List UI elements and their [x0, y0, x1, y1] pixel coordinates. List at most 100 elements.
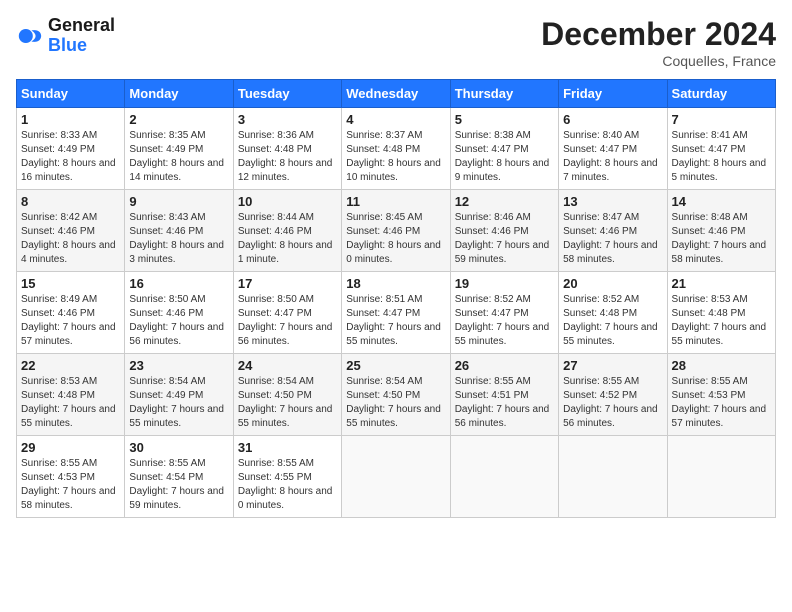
day-number: 24 — [238, 358, 337, 373]
day-info: Sunrise: 8:48 AMSunset: 4:46 PMDaylight:… — [672, 211, 771, 267]
day-info: Sunrise: 8:37 AMSunset: 4:48 PMDaylight:… — [346, 129, 445, 185]
day-info: Sunrise: 8:53 AMSunset: 4:48 PMDaylight:… — [21, 375, 120, 431]
calendar-week-3: 22 Sunrise: 8:53 AMSunset: 4:48 PMDayligh… — [17, 354, 776, 436]
day-info: Sunrise: 8:43 AMSunset: 4:46 PMDaylight:… — [129, 211, 228, 267]
header-day-tuesday: Tuesday — [233, 80, 341, 108]
day-number: 12 — [455, 194, 554, 209]
calendar-table: SundayMondayTuesdayWednesdayThursdayFrid… — [16, 79, 776, 518]
calendar-cell: 1 Sunrise: 8:33 AMSunset: 4:49 PMDaylight… — [17, 108, 125, 190]
calendar-cell: 24Sunrise: 8:54 AMSunset: 4:50 PMDayligh… — [233, 354, 341, 436]
day-info: Sunrise: 8:53 AMSunset: 4:48 PMDaylight:… — [672, 293, 771, 349]
day-number: 18 — [346, 276, 445, 291]
day-info: Sunrise: 8:55 AMSunset: 4:55 PMDaylight:… — [238, 457, 337, 513]
day-info: Sunrise: 8:54 AMSunset: 4:49 PMDaylight:… — [129, 375, 228, 431]
calendar-cell: 3Sunrise: 8:36 AMSunset: 4:48 PMDaylight… — [233, 108, 341, 190]
calendar-cell: 10 Sunrise: 8:44 AMSunset: 4:46 PMDayligh… — [233, 190, 341, 272]
day-number: 31 — [238, 440, 337, 455]
day-number: 25 — [346, 358, 445, 373]
calendar-cell: 13 Sunrise: 8:47 AMSunset: 4:46 PMDayligh… — [559, 190, 667, 272]
calendar-cell: 15 Sunrise: 8:49 AMSunset: 4:46 PMDayligh… — [17, 272, 125, 354]
day-number: 29 — [21, 440, 120, 455]
header-day-wednesday: Wednesday — [342, 80, 450, 108]
day-info: Sunrise: 8:51 AMSunset: 4:47 PMDaylight:… — [346, 293, 445, 349]
day-number: 8 — [21, 194, 120, 209]
day-number: 27 — [563, 358, 662, 373]
calendar-cell: 8 Sunrise: 8:42 AMSunset: 4:46 PMDaylight… — [17, 190, 125, 272]
calendar-cell: 18 Sunrise: 8:51 AMSunset: 4:47 PMDayligh… — [342, 272, 450, 354]
day-number: 5 — [455, 112, 554, 127]
day-info: Sunrise: 8:50 AMSunset: 4:47 PMDaylight:… — [238, 293, 337, 349]
day-info: Sunrise: 8:46 AMSunset: 4:46 PMDaylight:… — [455, 211, 554, 267]
calendar-cell: 28 Sunrise: 8:55 AMSunset: 4:53 PMDayligh… — [667, 354, 775, 436]
day-number: 23 — [129, 358, 228, 373]
calendar-week-1: 8 Sunrise: 8:42 AMSunset: 4:46 PMDaylight… — [17, 190, 776, 272]
day-info: Sunrise: 8:52 AMSunset: 4:48 PMDaylight:… — [563, 293, 662, 349]
calendar-cell: 6 Sunrise: 8:40 AMSunset: 4:47 PMDaylight… — [559, 108, 667, 190]
day-number: 20 — [563, 276, 662, 291]
calendar-cell: 14 Sunrise: 8:48 AMSunset: 4:46 PMDayligh… — [667, 190, 775, 272]
day-number: 14 — [672, 194, 771, 209]
header-row: SundayMondayTuesdayWednesdayThursdayFrid… — [17, 80, 776, 108]
day-info: Sunrise: 8:47 AMSunset: 4:46 PMDaylight:… — [563, 211, 662, 267]
day-info: Sunrise: 8:49 AMSunset: 4:46 PMDaylight:… — [21, 293, 120, 349]
page-header: General Blue December 2024 Coquelles, Fr… — [16, 16, 776, 69]
day-number: 30 — [129, 440, 228, 455]
logo-line1: General — [48, 16, 115, 36]
day-info: Sunrise: 8:44 AMSunset: 4:46 PMDaylight:… — [238, 211, 337, 267]
header-day-saturday: Saturday — [667, 80, 775, 108]
calendar-cell: 9 Sunrise: 8:43 AMSunset: 4:46 PMDaylight… — [125, 190, 233, 272]
day-info: Sunrise: 8:50 AMSunset: 4:46 PMDaylight:… — [129, 293, 228, 349]
calendar-cell — [559, 436, 667, 518]
day-number: 28 — [672, 358, 771, 373]
calendar-cell: 2 Sunrise: 8:35 AMSunset: 4:49 PMDaylight… — [125, 108, 233, 190]
calendar-cell: 4Sunrise: 8:37 AMSunset: 4:48 PMDaylight… — [342, 108, 450, 190]
calendar-cell — [667, 436, 775, 518]
day-info: Sunrise: 8:54 AMSunset: 4:50 PMDaylight:… — [346, 375, 445, 431]
day-number: 1 — [21, 112, 120, 127]
day-number: 19 — [455, 276, 554, 291]
day-info: Sunrise: 8:40 AMSunset: 4:47 PMDaylight:… — [563, 129, 662, 185]
calendar-cell: 22 Sunrise: 8:53 AMSunset: 4:48 PMDayligh… — [17, 354, 125, 436]
day-info: Sunrise: 8:55 AMSunset: 4:53 PMDaylight:… — [21, 457, 120, 513]
day-info: Sunrise: 8:33 AMSunset: 4:49 PMDaylight:… — [21, 129, 120, 185]
day-number: 22 — [21, 358, 120, 373]
calendar-cell: 12 Sunrise: 8:46 AMSunset: 4:46 PMDayligh… — [450, 190, 558, 272]
day-info: Sunrise: 8:55 AMSunset: 4:54 PMDaylight:… — [129, 457, 228, 513]
calendar-cell — [342, 436, 450, 518]
day-number: 13 — [563, 194, 662, 209]
logo-icon — [16, 22, 44, 50]
day-info: Sunrise: 8:52 AMSunset: 4:47 PMDaylight:… — [455, 293, 554, 349]
day-number: 9 — [129, 194, 228, 209]
day-number: 6 — [563, 112, 662, 127]
logo-line2: Blue — [48, 36, 115, 56]
header-day-friday: Friday — [559, 80, 667, 108]
calendar-week-2: 15 Sunrise: 8:49 AMSunset: 4:46 PMDayligh… — [17, 272, 776, 354]
header-day-thursday: Thursday — [450, 80, 558, 108]
day-info: Sunrise: 8:35 AMSunset: 4:49 PMDaylight:… — [129, 129, 228, 185]
calendar-cell: 19 Sunrise: 8:52 AMSunset: 4:47 PMDayligh… — [450, 272, 558, 354]
logo: General Blue — [16, 16, 115, 56]
calendar-cell: 16Sunrise: 8:50 AMSunset: 4:46 PMDayligh… — [125, 272, 233, 354]
calendar-cell: 27Sunrise: 8:55 AMSunset: 4:52 PMDayligh… — [559, 354, 667, 436]
calendar-cell: 31 Sunrise: 8:55 AMSunset: 4:55 PMDayligh… — [233, 436, 341, 518]
title-block: December 2024 Coquelles, France — [541, 16, 776, 69]
header-day-monday: Monday — [125, 80, 233, 108]
month-title: December 2024 — [541, 16, 776, 53]
day-number: 10 — [238, 194, 337, 209]
calendar-cell: 23 Sunrise: 8:54 AMSunset: 4:49 PMDayligh… — [125, 354, 233, 436]
calendar-cell: 21Sunrise: 8:53 AMSunset: 4:48 PMDayligh… — [667, 272, 775, 354]
day-info: Sunrise: 8:38 AMSunset: 4:47 PMDaylight:… — [455, 129, 554, 185]
calendar-cell: 7Sunrise: 8:41 AMSunset: 4:47 PMDaylight… — [667, 108, 775, 190]
calendar-cell: 29 Sunrise: 8:55 AMSunset: 4:53 PMDayligh… — [17, 436, 125, 518]
day-number: 2 — [129, 112, 228, 127]
day-info: Sunrise: 8:55 AMSunset: 4:53 PMDaylight:… — [672, 375, 771, 431]
calendar-cell: 30 Sunrise: 8:55 AMSunset: 4:54 PMDayligh… — [125, 436, 233, 518]
calendar-cell: 17 Sunrise: 8:50 AMSunset: 4:47 PMDayligh… — [233, 272, 341, 354]
day-info: Sunrise: 8:42 AMSunset: 4:46 PMDaylight:… — [21, 211, 120, 267]
day-number: 7 — [672, 112, 771, 127]
calendar-cell: 11Sunrise: 8:45 AMSunset: 4:46 PMDayligh… — [342, 190, 450, 272]
day-info: Sunrise: 8:45 AMSunset: 4:46 PMDaylight:… — [346, 211, 445, 267]
calendar-cell: 5 Sunrise: 8:38 AMSunset: 4:47 PMDaylight… — [450, 108, 558, 190]
day-number: 17 — [238, 276, 337, 291]
day-number: 15 — [21, 276, 120, 291]
